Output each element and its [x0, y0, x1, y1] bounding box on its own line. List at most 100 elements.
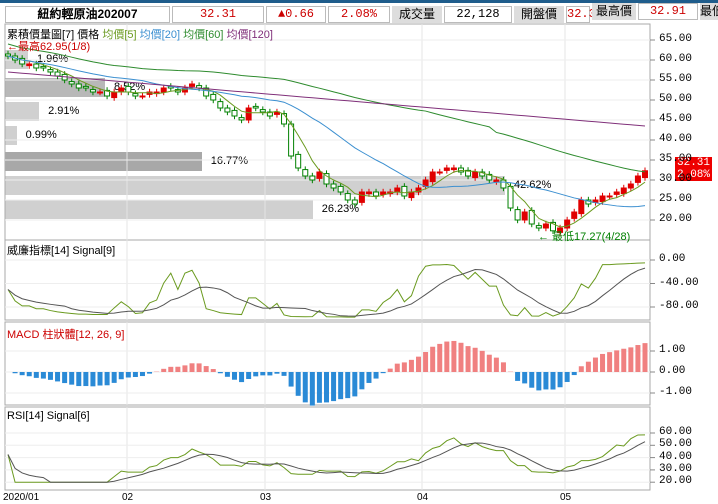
candle-body [634, 175, 641, 183]
candle-body [217, 101, 224, 109]
macd-bar [175, 366, 181, 372]
macd-bar [458, 342, 464, 372]
macd-bar [600, 353, 606, 372]
legend-ma5: 均價[5] [102, 29, 137, 41]
macd-bar [465, 346, 471, 372]
candle-body [252, 105, 259, 109]
candle-body [373, 191, 380, 197]
candle-body [472, 171, 479, 179]
candle-body [5, 53, 11, 57]
candle-body [97, 91, 104, 94]
candle-body [450, 167, 457, 171]
legend-ma20: 均價[20] [139, 29, 181, 41]
candle-body [245, 107, 252, 121]
macd-bar [614, 350, 620, 372]
low-note: ← 最低17.27(4/28) [538, 231, 631, 243]
rsi-tick: 20.00 [659, 475, 693, 488]
rsi-line [7, 434, 646, 483]
macd-bar [302, 372, 308, 403]
macd-bar [253, 372, 259, 377]
macd-bar [182, 365, 188, 372]
high-label: 最高價 [592, 3, 636, 20]
macd-tick: -1.00 [659, 386, 693, 398]
candle-body [132, 93, 139, 97]
ma60-line [7, 43, 646, 173]
macd-bar [210, 369, 216, 372]
candle-body [316, 171, 323, 179]
macd-bar [338, 372, 344, 400]
rsi-legend: RSI[14] Signal[6] [7, 410, 90, 422]
macd-bar [239, 372, 245, 383]
candle-body [118, 87, 125, 93]
candle-body [75, 83, 82, 89]
williams-title: 威廉指標[14] [7, 245, 70, 257]
rsi-signal: Signal[6] [46, 410, 90, 422]
macd-bar [550, 372, 556, 390]
macd-tick: 1.00 [659, 344, 686, 356]
candle-body [380, 191, 387, 195]
macd-bar [147, 372, 153, 374]
candle-body [295, 153, 302, 169]
x-axis-label: 2020/01 [3, 492, 40, 503]
macd-bar [267, 372, 273, 376]
rsi-tick: 60.00 [659, 426, 693, 438]
candle-body [68, 81, 75, 85]
candle-body [599, 195, 606, 203]
macd-bar [345, 372, 351, 399]
panel-frame-0 [4, 23, 651, 241]
candle-body [189, 83, 196, 87]
macd-bar [557, 372, 563, 388]
candle-body [401, 185, 408, 197]
macd-bar [125, 372, 131, 378]
macd-bar [19, 372, 25, 376]
candle-body [344, 193, 351, 201]
macd-bar [571, 372, 577, 376]
legend-ma120: 均價[120] [226, 29, 273, 41]
williams-signal-line [7, 267, 646, 317]
macd-bar [359, 372, 365, 390]
candle-body [26, 63, 33, 67]
macd-bar [635, 345, 641, 372]
price-tick: 60.00 [659, 53, 693, 65]
williams-tick: -40.00 [659, 276, 699, 289]
x-axis-label: 03 [260, 492, 272, 503]
macd-bar [331, 372, 337, 402]
rsi-signal-line [7, 441, 646, 483]
macd-bar [203, 366, 209, 372]
price-tick: 20.00 [659, 213, 693, 225]
rsi-tick: 40.00 [659, 450, 693, 463]
macd-bar [493, 357, 499, 372]
macd-bar [217, 372, 223, 374]
macd-bar [522, 372, 528, 384]
macd-bar [472, 347, 478, 372]
macd-bar [83, 372, 89, 387]
macd-bar [132, 372, 138, 377]
candle-body [160, 87, 167, 93]
candle-body [309, 175, 316, 181]
candle-body [613, 191, 620, 195]
candle-body [606, 195, 613, 198]
x-axis-label: 02 [122, 492, 134, 503]
x-axis-label: 05 [560, 492, 572, 503]
macd-bar [592, 357, 598, 372]
macd-bar [451, 340, 457, 372]
macd-bar [585, 361, 591, 372]
low-label: 最低 [700, 3, 718, 20]
macd-bar [500, 362, 506, 372]
candle-body [139, 95, 146, 98]
macd-bar [515, 372, 521, 381]
macd-bar [628, 347, 634, 372]
candle-body [443, 167, 450, 171]
price-tick: 30.00 [659, 173, 693, 185]
price-tick: 25.00 [659, 193, 693, 205]
macd-bar [118, 372, 124, 380]
candle-body [89, 89, 96, 93]
macd-bar [295, 372, 301, 396]
candle-body [47, 69, 54, 73]
candle-body [33, 63, 40, 69]
candle-body [493, 179, 500, 183]
macd-bar [168, 366, 174, 372]
macd-bar [642, 343, 648, 372]
price-tick: 45.00 [659, 113, 693, 125]
macd-bar [111, 372, 117, 383]
